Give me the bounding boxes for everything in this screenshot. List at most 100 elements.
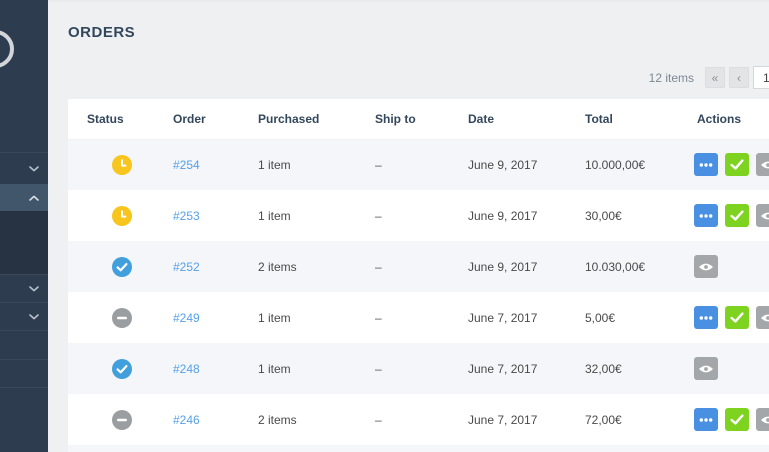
preview-button[interactable] [756,408,769,431]
check-icon [730,210,744,221]
date-cell: June 7, 2017 [449,394,566,445]
total-cell: 30,00€ [566,190,678,241]
order-link[interactable]: #254 [173,158,200,172]
pagination: 12 items « ‹ [68,66,769,89]
ship-to-cell: – [356,241,449,292]
purchased-cell: 1 item [239,190,356,241]
column-header-status: Status [68,99,154,140]
ship-to-cell: – [356,394,449,445]
table-header-row: Status Order Purchased Ship to Date Total Acti… [68,99,769,140]
table-row: #249 1 item – June 7, 2017 5,00€ [68,292,769,343]
sidebar-item-group-1[interactable] [0,152,48,184]
sidebar-item-group-2[interactable] [0,274,48,302]
more-actions-button[interactable] [694,408,718,431]
approve-button[interactable] [725,306,749,329]
ellipsis-icon [699,213,713,218]
check-circle-icon [112,358,132,379]
status-cell [68,394,154,445]
table-row: #246 2 items – June 7, 2017 72,00€ [68,394,769,445]
eye-icon [761,212,769,219]
approve-button[interactable] [725,153,749,177]
column-header-order: Order [154,99,239,140]
app-root: ORDERS 12 items « ‹ StatusOrderPurchased… [0,0,769,452]
table-row-partial [68,445,769,452]
preview-button[interactable] [756,306,769,329]
ellipsis-icon [699,417,713,422]
preview-button[interactable] [756,153,769,177]
sidebar-item-orders-active[interactable] [0,184,48,211]
clock-icon [112,205,132,226]
order-link[interactable]: #246 [173,413,200,427]
preview-button[interactable] [756,204,769,227]
actions-cell [678,241,769,292]
actions-cell [678,394,769,445]
sidebar-item-group-3[interactable] [0,302,48,330]
orders-table-card: Status Order Purchased Ship to Date Total Acti… [68,99,769,452]
ellipsis-icon [699,163,713,167]
total-cell: 72,00€ [566,394,678,445]
eye-icon [699,365,713,372]
total-cell: 5,00€ [566,292,678,343]
column-header-ship-to: Ship to [356,99,449,140]
status-cell [68,292,154,343]
chevron-down-icon [29,165,39,171]
more-actions-button[interactable] [694,204,718,227]
ship-to-cell: – [356,190,449,241]
more-actions-button[interactable] [694,306,718,329]
table-row: #253 1 item – June 9, 2017 30,00€ [68,190,769,241]
purchased-cell: 1 item [239,292,356,343]
approve-button[interactable] [725,408,749,431]
chevron-down-icon [29,285,39,291]
first-page-button[interactable]: « [705,67,725,88]
table-row: #252 2 items – June 9, 2017 10.030,00€ [68,241,769,292]
status-cell [68,343,154,394]
order-link[interactable]: #253 [173,209,200,223]
eye-icon [761,314,769,321]
column-header-date: Date [449,99,566,140]
app-logo [0,30,14,68]
order-link[interactable]: #252 [173,260,200,274]
order-link[interactable]: #248 [173,362,200,376]
actions-cell [678,292,769,343]
sidebar-item-4[interactable] [0,330,48,359]
eye-icon [761,161,769,169]
actions-cell [678,343,769,394]
items-count: 12 items [648,70,694,85]
minus-circle-icon [112,409,132,430]
more-actions-button[interactable] [694,153,718,177]
sidebar-item-5[interactable] [0,359,48,388]
date-cell: June 9, 2017 [449,190,566,241]
chevron-down-icon [29,313,39,319]
table-row: #248 1 item – June 7, 2017 32,00€ [68,343,769,394]
table-row: #254 1 item – June 9, 2017 10.000,00€ [68,139,769,190]
check-icon [730,312,744,323]
preview-button[interactable] [694,357,718,380]
eye-icon [699,263,713,270]
date-cell: June 7, 2017 [449,292,566,343]
purchased-cell: 2 items [239,394,356,445]
purchased-cell: 1 item [239,343,356,394]
column-header-actions: Actions [678,99,769,140]
orders-table: Status Order Purchased Ship to Date Total Acti… [68,99,769,452]
prev-page-button[interactable]: ‹ [729,67,749,88]
clock-icon [112,154,132,175]
page-title: ORDERS [68,24,136,41]
check-icon [730,414,744,425]
order-link[interactable]: #249 [173,311,200,325]
page-number-input[interactable] [753,66,769,89]
chevron-up-icon [29,195,39,201]
preview-button[interactable] [694,255,718,278]
sidebar-submenu-panel[interactable] [0,211,48,274]
status-cell [68,241,154,292]
purchased-cell: 2 items [239,241,356,292]
check-circle-icon [112,256,132,277]
sidebar [0,0,48,452]
status-cell [68,190,154,241]
approve-button[interactable] [725,204,749,227]
eye-icon [761,416,769,423]
actions-cell [678,190,769,241]
date-cell: June 9, 2017 [449,139,566,190]
status-cell [68,139,154,190]
main-content: ORDERS 12 items « ‹ StatusOrderPurchased… [48,0,769,452]
ship-to-cell: – [356,292,449,343]
